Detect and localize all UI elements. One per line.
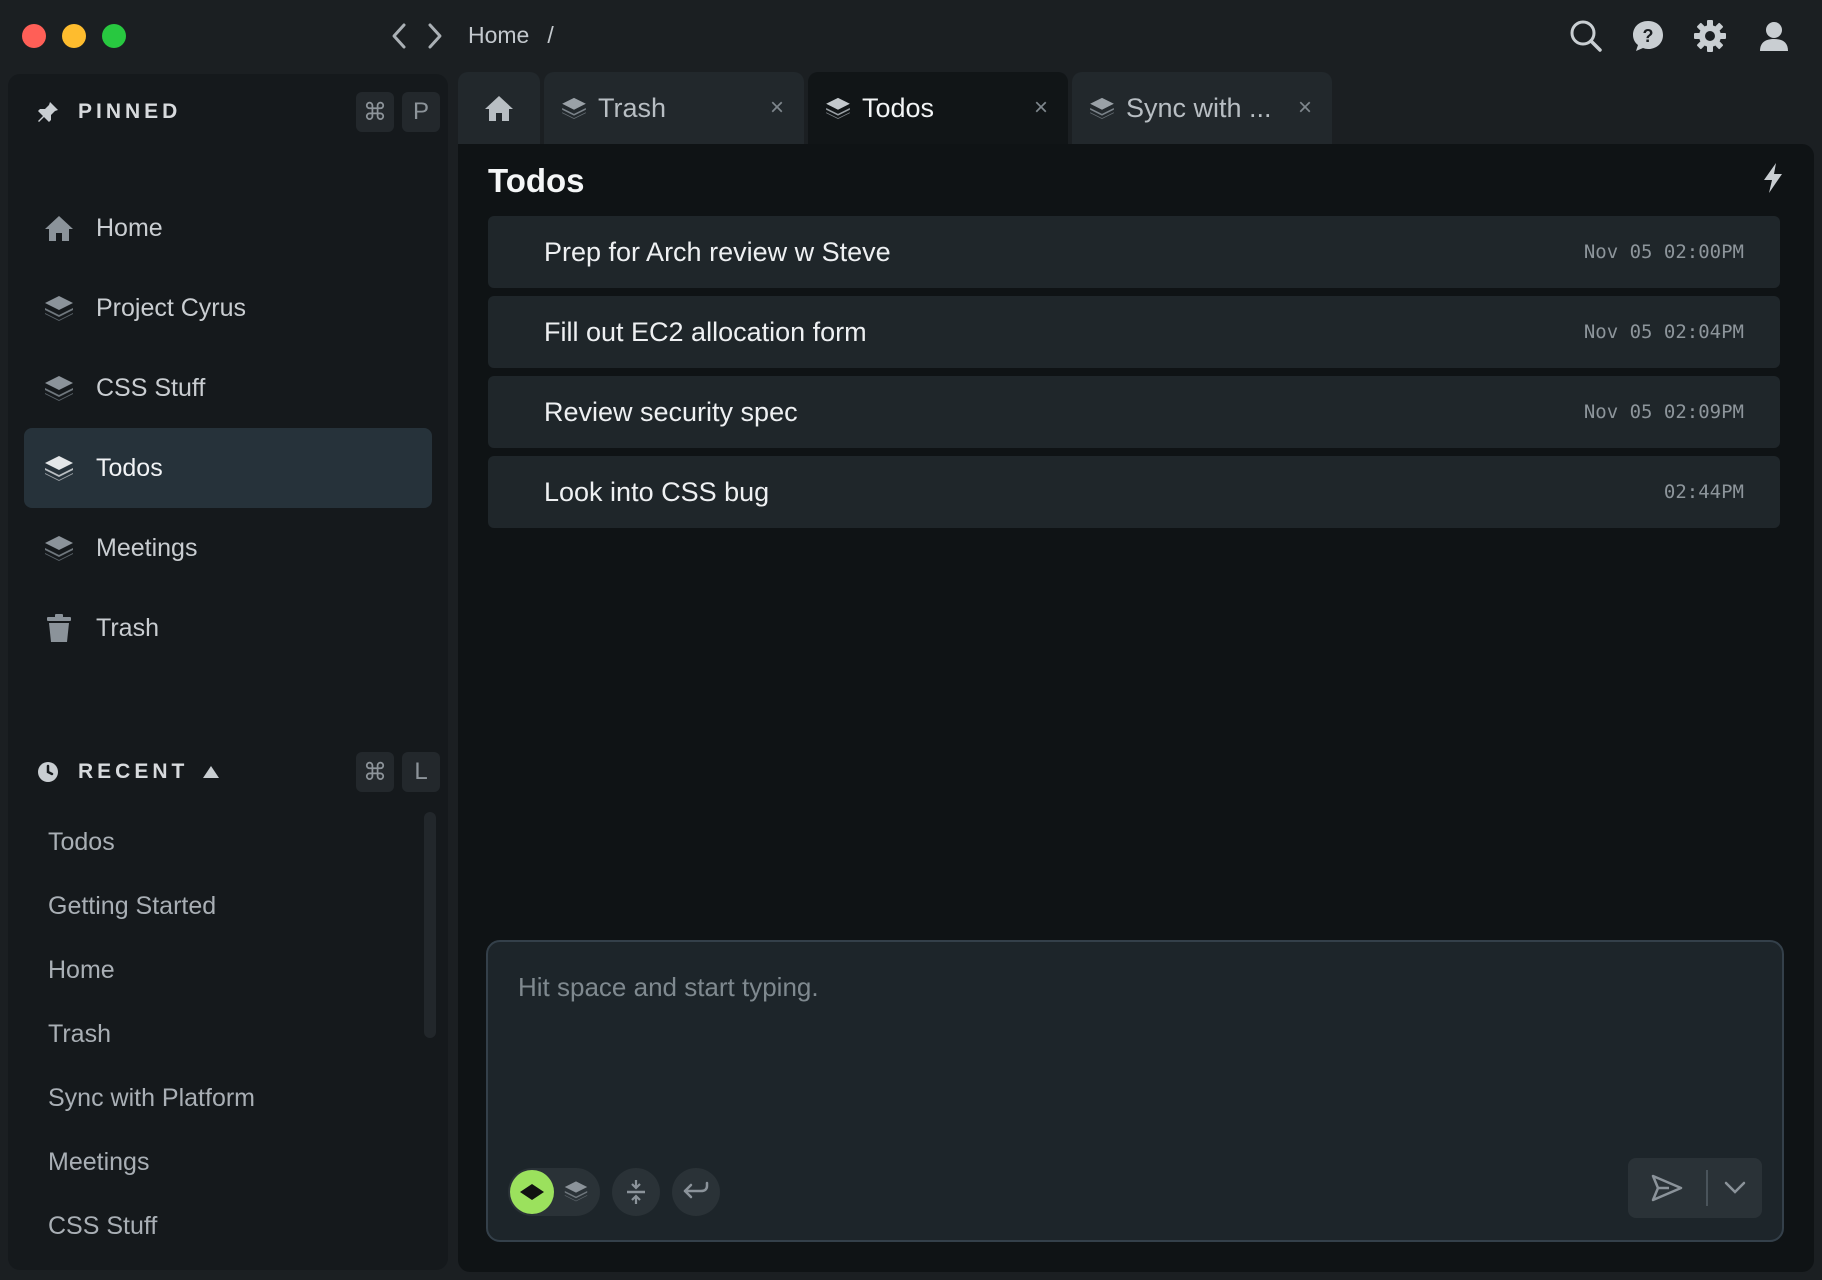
layers-icon xyxy=(824,94,852,122)
pin-icon xyxy=(38,102,58,122)
recent-section-header[interactable]: RECENT ⌘ L xyxy=(30,750,442,794)
help-icon[interactable]: ? xyxy=(1628,16,1668,56)
breadcrumb-home[interactable]: Home xyxy=(468,22,529,49)
layers-icon xyxy=(42,531,76,565)
gear-icon[interactable] xyxy=(1690,16,1730,56)
pinned-section-header: PINNED ⌘ P xyxy=(30,90,442,134)
tab-label: Todos xyxy=(862,92,935,123)
composer-input[interactable] xyxy=(516,970,1720,1094)
forward-arrow-icon[interactable] xyxy=(418,18,452,54)
todo-text: Prep for Arch review w Steve xyxy=(544,236,891,267)
todo-row[interactable]: Look into CSS bug 02:44PM xyxy=(488,456,1780,528)
recent-item-home[interactable]: Home xyxy=(48,956,115,985)
todo-time: Nov 05 02:00PM xyxy=(1583,241,1744,263)
diamond-icon xyxy=(510,1170,554,1214)
sidebar-item-project-cyrus[interactable]: Project Cyrus xyxy=(24,268,432,348)
sidebar-item-label: Meetings xyxy=(96,533,198,562)
minimize-window-button[interactable] xyxy=(62,24,86,48)
composer xyxy=(486,940,1784,1242)
search-icon[interactable] xyxy=(1566,16,1606,56)
shortcut-cmd-key: ⌘ xyxy=(356,752,394,792)
todo-row[interactable]: Prep for Arch review w Steve Nov 05 02:0… xyxy=(488,216,1780,288)
clock-icon xyxy=(38,762,58,782)
recent-item-meetings[interactable]: Meetings xyxy=(48,1148,149,1177)
tab-label: Trash xyxy=(598,92,667,123)
close-window-button[interactable] xyxy=(22,24,46,48)
sidebar-item-label: CSS Stuff xyxy=(96,373,206,402)
shortcut-p-key: P xyxy=(402,92,440,132)
layers-icon xyxy=(42,451,76,485)
sidebar-item-label: Todos xyxy=(96,453,163,482)
tab-todos[interactable]: Todos × xyxy=(808,72,1068,144)
recent-item-css-stuff[interactable]: CSS Stuff xyxy=(48,1212,157,1241)
lightning-icon[interactable] xyxy=(1762,162,1784,199)
close-tab-icon[interactable]: × xyxy=(1034,94,1048,122)
sidebar-item-label: Trash xyxy=(96,613,159,642)
return-icon[interactable] xyxy=(672,1168,720,1216)
shortcut-cmd-key: ⌘ xyxy=(356,92,394,132)
shortcut-l-key: L xyxy=(402,752,440,792)
sidebar-item-label: Home xyxy=(96,213,163,242)
tab-sync-with[interactable]: Sync with ... × xyxy=(1072,72,1332,144)
trash-icon xyxy=(42,611,76,645)
tab-home[interactable] xyxy=(458,72,540,144)
layers-icon xyxy=(560,94,588,122)
layers-icon xyxy=(42,371,76,405)
sidebar-item-css-stuff[interactable]: CSS Stuff xyxy=(24,348,432,428)
tab-trash[interactable]: Trash × xyxy=(544,72,804,144)
todo-time: 02:44PM xyxy=(1663,481,1744,503)
home-icon xyxy=(485,96,513,121)
sidebar-item-trash[interactable]: Trash xyxy=(24,588,432,668)
main-panel: Todos Prep for Arch review w Steve Nov 0… xyxy=(458,144,1814,1272)
todo-text: Fill out EC2 allocation form xyxy=(544,316,867,347)
todo-text: Look into CSS bug xyxy=(544,476,770,507)
send-button-group xyxy=(1628,1158,1762,1218)
close-tab-icon[interactable]: × xyxy=(1298,94,1312,122)
caret-up-icon[interactable] xyxy=(202,765,220,779)
todo-row[interactable]: Fill out EC2 allocation form Nov 05 02:0… xyxy=(488,296,1780,368)
recent-item-getting-started[interactable]: Getting Started xyxy=(48,892,216,921)
sidebar-item-todos[interactable]: Todos xyxy=(24,428,432,508)
split-icon[interactable] xyxy=(612,1168,660,1216)
maximize-window-button[interactable] xyxy=(102,24,126,48)
back-arrow-icon[interactable] xyxy=(382,18,416,54)
layers-icon xyxy=(1088,94,1116,122)
home-icon xyxy=(42,211,76,245)
sidebar: PINNED ⌘ P Home Project Cyrus CSS Stuff … xyxy=(8,74,448,1270)
layers-icon xyxy=(42,291,76,325)
page-title: Todos xyxy=(488,162,585,199)
recent-item-sync-with-platform[interactable]: Sync with Platform xyxy=(48,1084,255,1113)
todo-time: Nov 05 02:04PM xyxy=(1583,321,1744,343)
sidebar-item-label: Project Cyrus xyxy=(96,293,247,322)
layers-icon xyxy=(564,1180,588,1207)
user-icon[interactable] xyxy=(1754,16,1794,56)
sidebar-item-meetings[interactable]: Meetings xyxy=(24,508,432,588)
sidebar-item-home[interactable]: Home xyxy=(24,188,432,268)
chevron-down-icon[interactable] xyxy=(1708,1158,1762,1218)
todo-time: Nov 05 02:09PM xyxy=(1583,401,1744,423)
mode-toggle[interactable] xyxy=(508,1168,600,1216)
send-icon[interactable] xyxy=(1628,1158,1706,1218)
recent-scrollbar[interactable] xyxy=(424,812,436,1038)
svg-text:?: ? xyxy=(1643,26,1654,46)
recent-item-todos[interactable]: Todos xyxy=(48,828,115,857)
recent-title: RECENT xyxy=(78,760,189,783)
close-tab-icon[interactable]: × xyxy=(770,94,784,122)
todo-row[interactable]: Review security spec Nov 05 02:09PM xyxy=(488,376,1780,448)
breadcrumb-separator: / xyxy=(547,22,554,48)
tab-label: Sync with ... xyxy=(1126,92,1272,123)
breadcrumb: Home / xyxy=(468,22,554,49)
todo-text: Review security spec xyxy=(544,396,798,427)
recent-item-trash[interactable]: Trash xyxy=(48,1020,111,1049)
pinned-title: PINNED xyxy=(78,100,182,123)
